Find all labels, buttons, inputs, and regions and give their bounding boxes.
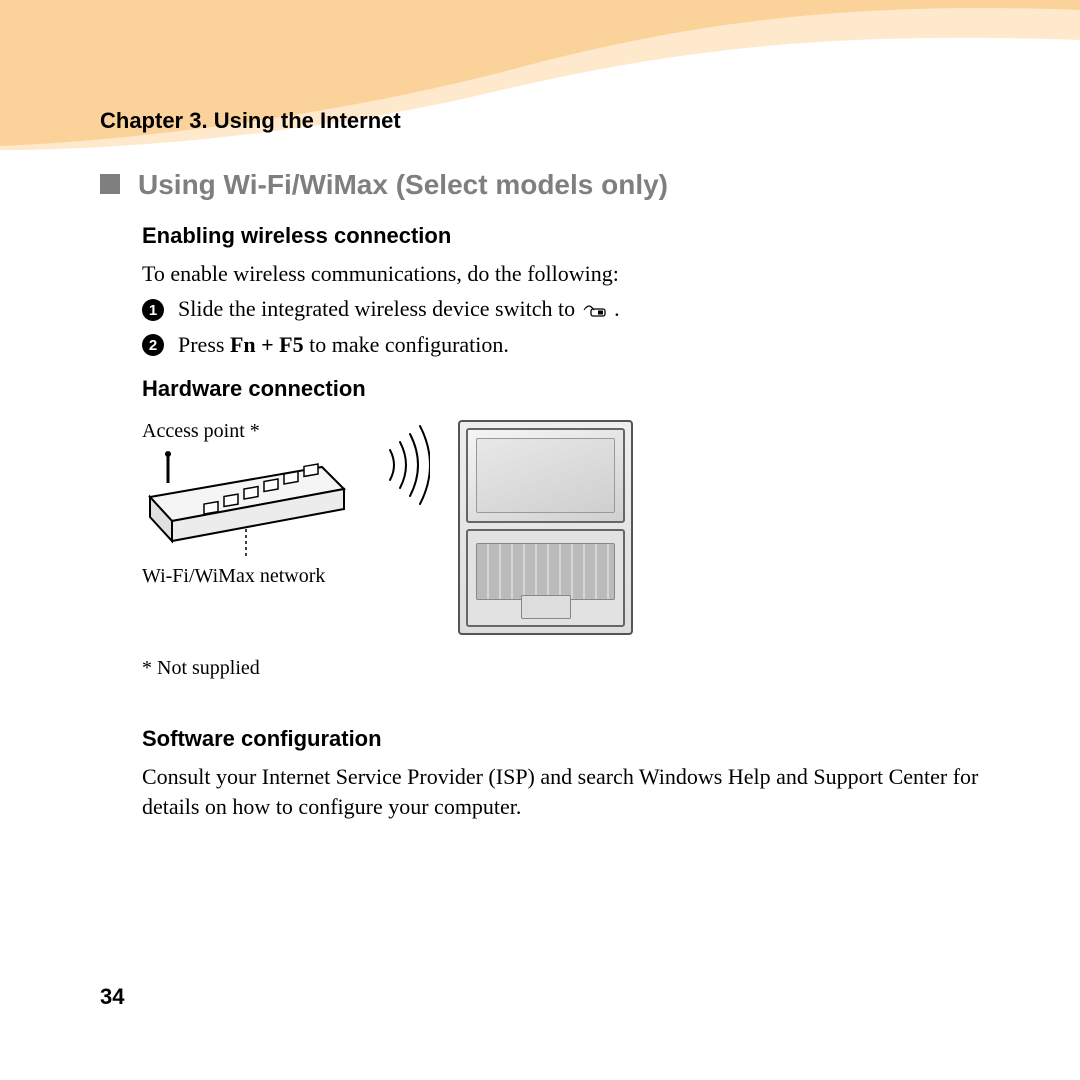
access-point-label: Access point *: [142, 420, 352, 443]
heading-enabling: Enabling wireless connection: [142, 223, 1000, 249]
laptop-icon: [458, 420, 633, 635]
page-content: Using Wi-Fi/WiMax (Select models only) E…: [100, 170, 1000, 822]
step1-suffix: .: [614, 296, 620, 321]
section-title: Using Wi-Fi/WiMax (Select models only): [138, 170, 668, 201]
step-number-1-icon: 1: [142, 299, 164, 321]
heading-software: Software configuration: [142, 726, 1000, 752]
wireless-switch-icon: [583, 298, 607, 324]
step2-prefix: Press: [178, 332, 230, 357]
page-number: 34: [100, 984, 124, 1010]
network-label: Wi-Fi/WiMax network: [142, 565, 352, 588]
step-1: 1 Slide the integrated wireless device s…: [142, 296, 1000, 324]
wifi-signal-icon: [380, 420, 430, 510]
hardware-footnote: * Not supplied: [142, 657, 1000, 680]
step-number-2-icon: 2: [142, 334, 164, 356]
software-body: Consult your Internet Service Provider (…: [142, 762, 1000, 821]
router-icon: [142, 449, 352, 559]
step2-suffix: to make configuration.: [309, 332, 509, 357]
header-swoosh: [0, 0, 1080, 160]
step1-prefix: Slide the integrated wireless device swi…: [178, 296, 581, 321]
bullet-square-icon: [100, 174, 120, 194]
step2-key: Fn + F5: [230, 332, 304, 357]
heading-hardware: Hardware connection: [142, 376, 1000, 402]
step-2: 2 Press Fn + F5 to make configuration.: [142, 332, 1000, 358]
hardware-diagram: Access point * Wi-Fi/WiMax network: [142, 420, 1000, 635]
chapter-title: Chapter 3. Using the Internet: [100, 108, 401, 134]
enabling-intro: To enable wireless communications, do th…: [142, 259, 1000, 289]
